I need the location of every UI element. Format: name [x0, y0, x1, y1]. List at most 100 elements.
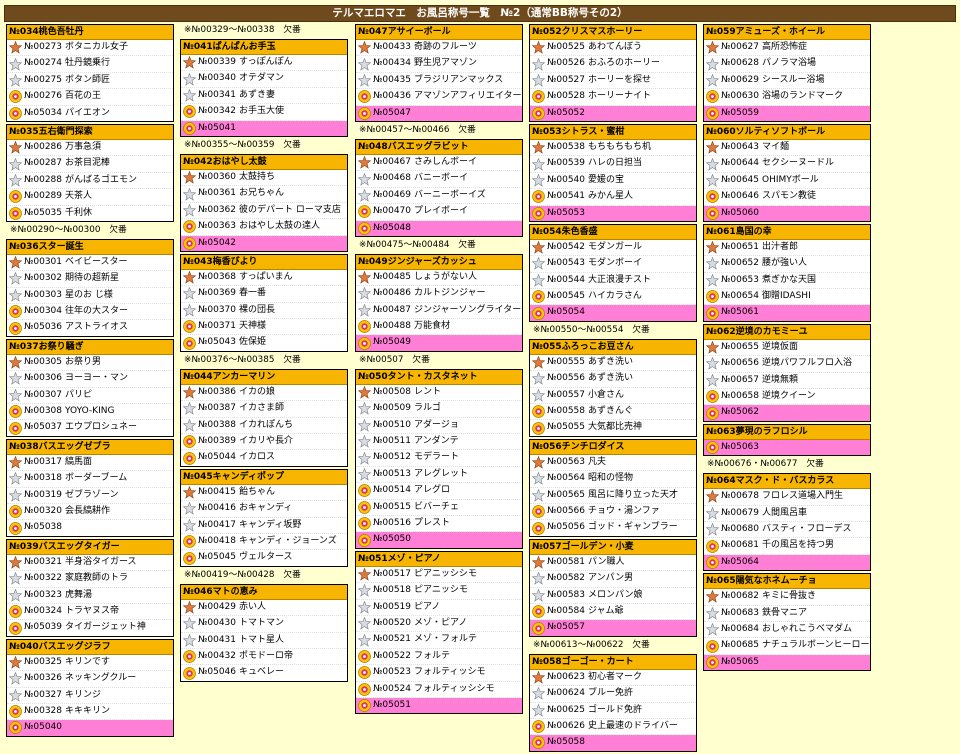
bronze-star-icon — [358, 156, 371, 169]
silver-star-icon — [9, 272, 22, 286]
silver-star-icon — [532, 687, 545, 700]
title-row: №00389 イカリや長介 — [181, 434, 347, 451]
title-name: お兄ちゃん — [239, 188, 285, 199]
title-number: №00435 — [373, 74, 411, 85]
title-group: №056チンチロダイス №00563 凡夫 №00564 昭和の怪物 №00565 風呂に降… — [529, 438, 697, 537]
title-name: お祭り男 — [65, 356, 102, 367]
title-row: №00327 キリンジ — [7, 688, 173, 704]
title-name: あずき妻 — [239, 89, 276, 100]
title-name: アストライオス — [65, 322, 129, 333]
title-name: キャンディ・ジョーンズ — [239, 535, 337, 546]
title-number: №00538 — [547, 141, 585, 152]
gold-medal-icon — [358, 500, 371, 514]
title-row: №00685 ナチュラルボーンヒーロー — [704, 638, 870, 655]
gold-medal-icon — [9, 421, 22, 435]
title-row: №00563 凡夫 — [530, 455, 696, 472]
bronze-star-icon — [358, 386, 371, 399]
title-number: №00563 — [547, 456, 585, 467]
title-number: №00470 — [373, 206, 411, 217]
silver-star-icon — [183, 88, 196, 102]
title-row: №05051 — [356, 697, 522, 714]
gold-medal-icon — [9, 721, 22, 735]
title-group: №055ふろっこお豆さん №00555 あずき洗い №00556 あずき洗い №00557… — [529, 338, 697, 437]
title-name: バニーボーイ — [414, 173, 469, 184]
title-group: №042おはやし太鼓 №00360 太鼓持ち №00361 お兄ちゃん №00362 彼のデ… — [180, 153, 348, 252]
title-group: №047アサイーボール №00433 奇跡のフルーツ №00434 野生児アマゾン №00… — [355, 24, 523, 122]
title-row: №05034 パイエオン — [7, 106, 173, 121]
bronze-star-icon — [9, 41, 22, 54]
gold-medal-icon — [358, 699, 371, 712]
title-name: ベイビースター — [65, 256, 128, 267]
silver-star-icon — [358, 617, 371, 630]
title-group: №053シトラス・蜜柑 №00538 もちもちもち机 №00539 ハレの日担当 №005… — [529, 123, 697, 222]
title-name: トマトマン — [239, 618, 285, 629]
title-name: イカさま師 — [239, 403, 285, 414]
gold-medal-icon — [532, 405, 545, 419]
title-row: №00625 ゴールド免許 — [530, 703, 696, 719]
title-number: №00308 — [24, 406, 62, 417]
title-name: ピアニッシモ — [414, 585, 468, 596]
title-number: №00339 — [198, 57, 236, 67]
title-row: №00683 鉄骨マニア — [704, 606, 870, 622]
silver-star-icon — [532, 73, 545, 87]
title-row: №00626 史上最速のドライバー — [530, 719, 696, 736]
title-number: №05049 — [373, 337, 411, 348]
silver-star-icon — [9, 688, 22, 702]
silver-star-icon — [706, 157, 719, 171]
title-group: №065陽気なホネムーチョ №00682 キミに骨抜き №00683 鉄骨マニア №006… — [703, 573, 871, 672]
title-row: №05052 — [530, 105, 696, 121]
gold-medal-icon — [9, 521, 22, 535]
title-number: №00512 — [373, 452, 411, 463]
title-number: №05035 — [24, 207, 62, 218]
title-group: №054朱色香盛 №00542 モダンガール №00543 モダンボーイ №00544 大正… — [529, 223, 697, 322]
title-row: №00417 キャンディ坂野 — [181, 518, 347, 534]
group-header: №055ふろっこお豆さん — [530, 339, 696, 355]
group-header: №044アンカーマリン — [181, 369, 347, 385]
title-name: 奇跡のフルーツ — [414, 42, 477, 52]
title-row: №05035 千利休 — [7, 206, 173, 221]
title-number: №00416 — [198, 503, 236, 514]
title-name: スパモン教徒 — [762, 191, 817, 202]
gold-medal-icon — [358, 484, 371, 498]
title-group: №059アミューズ・ホイール №00627 高所恐怖症 №00628 パノラマ浴場 №00… — [703, 24, 871, 122]
title-number: №00276 — [24, 91, 62, 102]
title-row: №05059 — [704, 105, 870, 121]
title-name: アマゾンアフィリエイター — [414, 91, 522, 102]
title-name: キミに骨抜き — [762, 591, 817, 602]
title-number: №00556 — [547, 373, 585, 384]
title-row: №00624 ブルー免許 — [530, 686, 696, 703]
title-row: №05065 — [704, 654, 870, 671]
silver-star-icon — [532, 257, 545, 271]
title-name: ヴェルタース — [239, 552, 293, 563]
silver-star-icon — [183, 72, 196, 86]
title-row: №00368 すっぱいまん — [181, 270, 347, 287]
title-row: №00565 風呂に降り立った天才 — [530, 488, 696, 504]
title-row: №00429 赤い人 — [181, 600, 347, 617]
title-number: №00623 — [547, 671, 585, 682]
title-number: №00683 — [721, 607, 759, 618]
title-number: №05058 — [547, 737, 585, 748]
title-number: №05051 — [373, 699, 411, 710]
title-name: 人間風呂車 — [762, 507, 808, 518]
title-number: №00327 — [24, 689, 62, 700]
title-number: №00584 — [547, 605, 585, 616]
group-header: №046マトの恵み — [181, 584, 347, 600]
title-row: №00519 ピアノ — [356, 600, 522, 616]
title-number: №05048 — [373, 222, 411, 233]
title-row: №00629 シースルー浴場 — [704, 73, 870, 90]
title-number: №00583 — [547, 589, 585, 600]
group-header: №034桃色吾牡丹 — [7, 25, 173, 40]
title-name: YOYO-KING — [65, 406, 115, 417]
group-header: №041ぱんぱんお手玉 — [181, 40, 347, 55]
title-number: №00558 — [547, 406, 585, 417]
title-name: 万事急須 — [65, 141, 102, 152]
title-group: №057ゴールデン・小麦 №00581 パン職人 №00582 アンパン男 №00583 メ… — [529, 538, 697, 637]
title-row: №05040 — [7, 720, 173, 736]
bronze-star-icon — [706, 141, 719, 154]
title-number: №00303 — [24, 289, 62, 300]
silver-star-icon — [9, 588, 22, 602]
gold-medal-icon — [183, 435, 196, 449]
group-header: №053シトラス・蜜柑 — [530, 124, 696, 140]
title-number: №00644 — [721, 158, 759, 169]
title-row: №00289 天茶人 — [7, 189, 173, 206]
